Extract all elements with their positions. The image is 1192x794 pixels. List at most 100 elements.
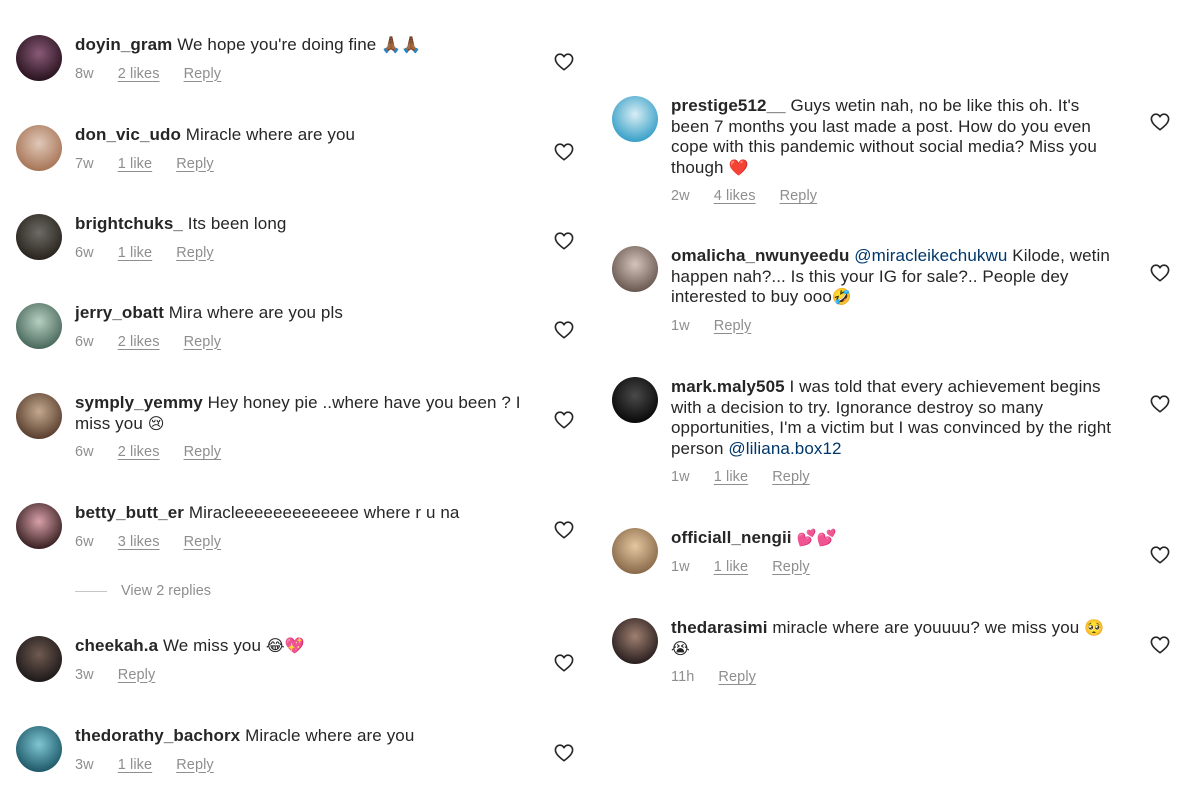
reply-button[interactable]: Reply	[176, 156, 214, 172]
heart-icon[interactable]	[1150, 636, 1170, 654]
heart-icon[interactable]	[554, 521, 574, 539]
reply-button[interactable]: Reply	[772, 559, 810, 575]
avatar[interactable]	[612, 96, 658, 142]
comment-username[interactable]: thedorathy_bachorx	[75, 726, 240, 745]
comment-mention-link[interactable]: @liliana.box12	[728, 439, 841, 458]
avatar[interactable]	[16, 503, 62, 549]
comment-timestamp[interactable]: 1w	[671, 318, 690, 334]
avatar[interactable]	[16, 125, 62, 171]
comment-text: miracle where are youuuu? we miss you	[772, 618, 1080, 637]
comment-username[interactable]: brightchuks_	[75, 214, 183, 233]
avatar[interactable]	[16, 636, 62, 682]
heart-icon[interactable]	[1150, 113, 1170, 131]
comment-meta: 6w 1 like Reply	[75, 243, 526, 264]
comment-likes-count[interactable]: 1 like	[118, 757, 152, 773]
heart-icon[interactable]	[1150, 546, 1170, 564]
avatar[interactable]	[612, 377, 658, 423]
comment-likes-count[interactable]: 1 like	[118, 156, 152, 172]
comment-username[interactable]: doyin_gram	[75, 35, 172, 54]
heart-icon[interactable]	[554, 744, 574, 762]
comment-likes-count[interactable]: 1 like	[714, 469, 748, 485]
comment-timestamp[interactable]: 2w	[671, 188, 690, 204]
comments-column-right: prestige512__ Guys wetin nah, no be like…	[596, 0, 1192, 700]
heart-icon[interactable]	[554, 53, 574, 71]
comment-likes-count[interactable]: 3 likes	[118, 534, 160, 550]
reply-button[interactable]: Reply	[714, 318, 752, 334]
comment-timestamp[interactable]: 6w	[75, 444, 94, 460]
comment-username[interactable]: jerry_obatt	[75, 303, 164, 322]
comment-username[interactable]: omalicha_nwunyeedu	[671, 246, 849, 265]
comment-meta: 6w 2 likes Reply	[75, 442, 526, 463]
reply-button[interactable]: Reply	[780, 188, 818, 204]
comment-timestamp[interactable]: 11h	[671, 669, 694, 685]
comment-username[interactable]: mark.maly505	[671, 377, 785, 396]
comment-timestamp[interactable]: 3w	[75, 757, 94, 773]
avatar[interactable]	[16, 726, 62, 772]
heart-icon[interactable]	[554, 411, 574, 429]
reply-button[interactable]: Reply	[176, 245, 214, 261]
comment-username[interactable]: symply_yemmy	[75, 393, 203, 412]
comment-text-line: brightchuks_ Its been long	[75, 214, 526, 235]
heart-icon[interactable]	[554, 321, 574, 339]
comment-timestamp[interactable]: 6w	[75, 245, 94, 261]
comment-meta: 1w Reply	[671, 316, 1122, 337]
heart-icon[interactable]	[1150, 264, 1170, 282]
comment-text-line: doyin_gram We hope you're doing fine 🙏🏾🙏…	[75, 35, 526, 56]
reply-button[interactable]: Reply	[718, 669, 756, 685]
reply-button[interactable]: Reply	[772, 469, 810, 485]
heart-icon[interactable]	[1150, 395, 1170, 413]
comment-body: thedorathy_bachorx Miracle where are you…	[75, 726, 526, 775]
avatar[interactable]	[16, 303, 62, 349]
reply-button[interactable]: Reply	[184, 444, 222, 460]
comment-mention-link[interactable]: @miracleikechukwu	[854, 246, 1007, 265]
comment-text-line: jerry_obatt Mira where are you pls	[75, 303, 526, 324]
comment-timestamp[interactable]: 1w	[671, 469, 690, 485]
avatar[interactable]	[612, 528, 658, 574]
comment-timestamp[interactable]: 8w	[75, 66, 94, 82]
comment-username[interactable]: cheekah.a	[75, 636, 158, 655]
comment-timestamp[interactable]: 6w	[75, 534, 94, 550]
comment-timestamp[interactable]: 7w	[75, 156, 94, 172]
comment-timestamp[interactable]: 3w	[75, 667, 94, 683]
comment-username[interactable]: thedarasimi	[671, 618, 768, 637]
comment-likes-count[interactable]: 1 like	[118, 245, 152, 261]
comment-emoji: 😢	[147, 413, 165, 433]
comment-text-line: mark.maly505 I was told that every achie…	[671, 377, 1122, 459]
avatar[interactable]	[16, 35, 62, 81]
avatar[interactable]	[16, 214, 62, 260]
comment-timestamp[interactable]: 1w	[671, 559, 690, 575]
comment-likes-count[interactable]: 2 likes	[118, 444, 160, 460]
comment-meta: 3w 1 like Reply	[75, 755, 526, 776]
view-replies-label[interactable]: View 2 replies	[121, 583, 211, 599]
comment-meta: 3w Reply	[75, 665, 526, 686]
view-replies-button[interactable]: View 2 replies	[75, 583, 211, 599]
comment-timestamp[interactable]: 6w	[75, 334, 94, 350]
avatar[interactable]	[16, 393, 62, 439]
comment-username[interactable]: prestige512__	[671, 96, 786, 115]
reply-button[interactable]: Reply	[118, 667, 156, 683]
reply-button[interactable]: Reply	[184, 66, 222, 82]
reply-button[interactable]: Reply	[176, 757, 214, 773]
comment-body: symply_yemmy Hey honey pie ..where have …	[75, 393, 526, 463]
comment-likes-count[interactable]: 4 likes	[714, 188, 756, 204]
heart-icon[interactable]	[554, 143, 574, 161]
comment-likes-count[interactable]: 1 like	[714, 559, 748, 575]
heart-icon[interactable]	[554, 232, 574, 250]
comment-username[interactable]: don_vic_udo	[75, 125, 181, 144]
comment-text-line: cheekah.a We miss you 😂💖	[75, 636, 526, 657]
comment-username[interactable]: officiall_nengii	[671, 528, 792, 547]
heart-icon[interactable]	[554, 654, 574, 672]
reply-button[interactable]: Reply	[184, 534, 222, 550]
comment-emoji: 💕💕	[796, 528, 837, 547]
comment-likes-count[interactable]: 2 likes	[118, 334, 160, 350]
comment-meta: 6w 2 likes Reply	[75, 332, 526, 353]
avatar[interactable]	[612, 618, 658, 664]
comment-text: Miracle where are you	[185, 125, 356, 144]
comment-username[interactable]: betty_butt_er	[75, 503, 184, 522]
reply-button[interactable]: Reply	[184, 334, 222, 350]
comment-likes-count[interactable]: 2 likes	[118, 66, 160, 82]
comment-emoji: ❤️	[728, 157, 749, 177]
avatar[interactable]	[612, 246, 658, 292]
comment-text: Miracleeeeeeeeeeeee where r u na	[188, 503, 460, 522]
comment-text-line: symply_yemmy Hey honey pie ..where have …	[75, 393, 526, 434]
